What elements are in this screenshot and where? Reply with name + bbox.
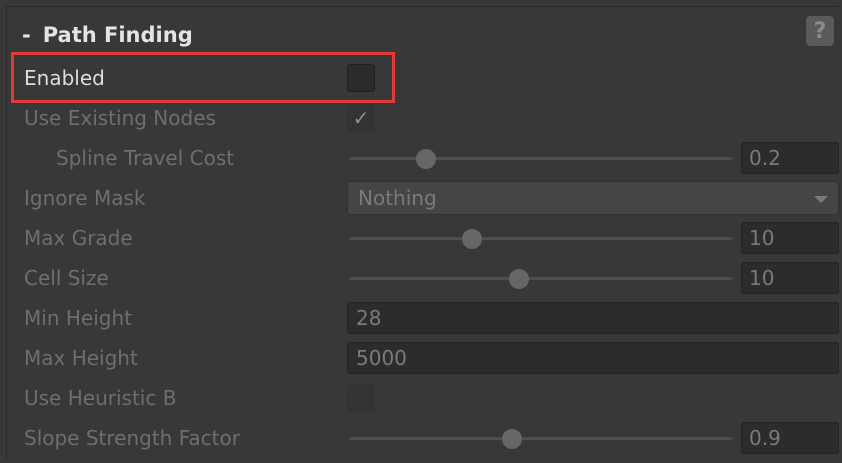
- slope-strength-factor-field[interactable]: 0.9: [741, 422, 839, 454]
- max-grade-slider-track[interactable]: [349, 237, 732, 240]
- enabled-label: Enabled: [24, 66, 105, 90]
- ignore-mask-dropdown[interactable]: Nothing: [347, 181, 839, 215]
- min-height-field[interactable]: 28: [347, 302, 839, 334]
- cell-size-field[interactable]: 10: [741, 262, 839, 294]
- spline-travel-cost-field[interactable]: 0.2: [741, 142, 839, 174]
- slope-strength-factor-slider-track[interactable]: [349, 437, 732, 440]
- slope-strength-factor-label: Slope Strength Factor: [24, 426, 240, 450]
- row-use-heuristic-b: Use Heuristic B: [0, 378, 842, 418]
- max-height-label: Max Height: [24, 346, 138, 370]
- enabled-checkbox[interactable]: [347, 64, 375, 92]
- row-max-height: Max Height 5000: [0, 338, 842, 378]
- path-finding-panel: - Path Finding ? Enabled Use Existing No…: [0, 0, 842, 463]
- section-title: Path Finding: [42, 23, 193, 47]
- row-cell-size: Cell Size 10: [0, 258, 842, 298]
- use-heuristic-b-checkbox[interactable]: [347, 384, 375, 412]
- slope-strength-factor-slider-thumb[interactable]: [501, 429, 522, 449]
- row-enabled: Enabled: [0, 58, 842, 98]
- max-height-field[interactable]: 5000: [347, 342, 839, 374]
- spline-travel-cost-label: Spline Travel Cost: [56, 146, 235, 170]
- cell-size-slider-track[interactable]: [349, 277, 732, 280]
- max-grade-slider-thumb[interactable]: [461, 229, 482, 249]
- row-ignore-mask: Ignore Mask Nothing: [0, 178, 842, 218]
- ignore-mask-label: Ignore Mask: [24, 186, 146, 210]
- chevron-down-icon: [814, 196, 828, 203]
- row-max-grade: Max Grade 10: [0, 218, 842, 258]
- max-grade-field[interactable]: 10: [741, 222, 839, 254]
- ignore-mask-value: Nothing: [358, 186, 437, 210]
- cell-size-label: Cell Size: [24, 266, 109, 290]
- section-header[interactable]: - Path Finding: [22, 20, 193, 50]
- spline-travel-cost-slider-thumb[interactable]: [415, 149, 436, 169]
- use-heuristic-b-label: Use Heuristic B: [24, 386, 177, 410]
- min-height-label: Min Height: [24, 306, 132, 330]
- row-use-existing-nodes: Use Existing Nodes ✓: [0, 98, 842, 138]
- collapse-icon[interactable]: -: [22, 23, 31, 47]
- row-spline-travel-cost: Spline Travel Cost 0.2: [0, 138, 842, 178]
- max-grade-label: Max Grade: [24, 226, 133, 250]
- use-existing-nodes-label: Use Existing Nodes: [24, 106, 216, 130]
- row-min-height: Min Height 28: [0, 298, 842, 338]
- spline-travel-cost-slider-track[interactable]: [349, 157, 732, 160]
- help-icon[interactable]: ?: [806, 16, 834, 46]
- row-slope-strength-factor: Slope Strength Factor 0.9: [0, 418, 842, 458]
- checkmark-icon: ✓: [352, 106, 370, 130]
- use-existing-nodes-checkbox[interactable]: ✓: [347, 104, 375, 132]
- cell-size-slider-thumb[interactable]: [509, 269, 530, 289]
